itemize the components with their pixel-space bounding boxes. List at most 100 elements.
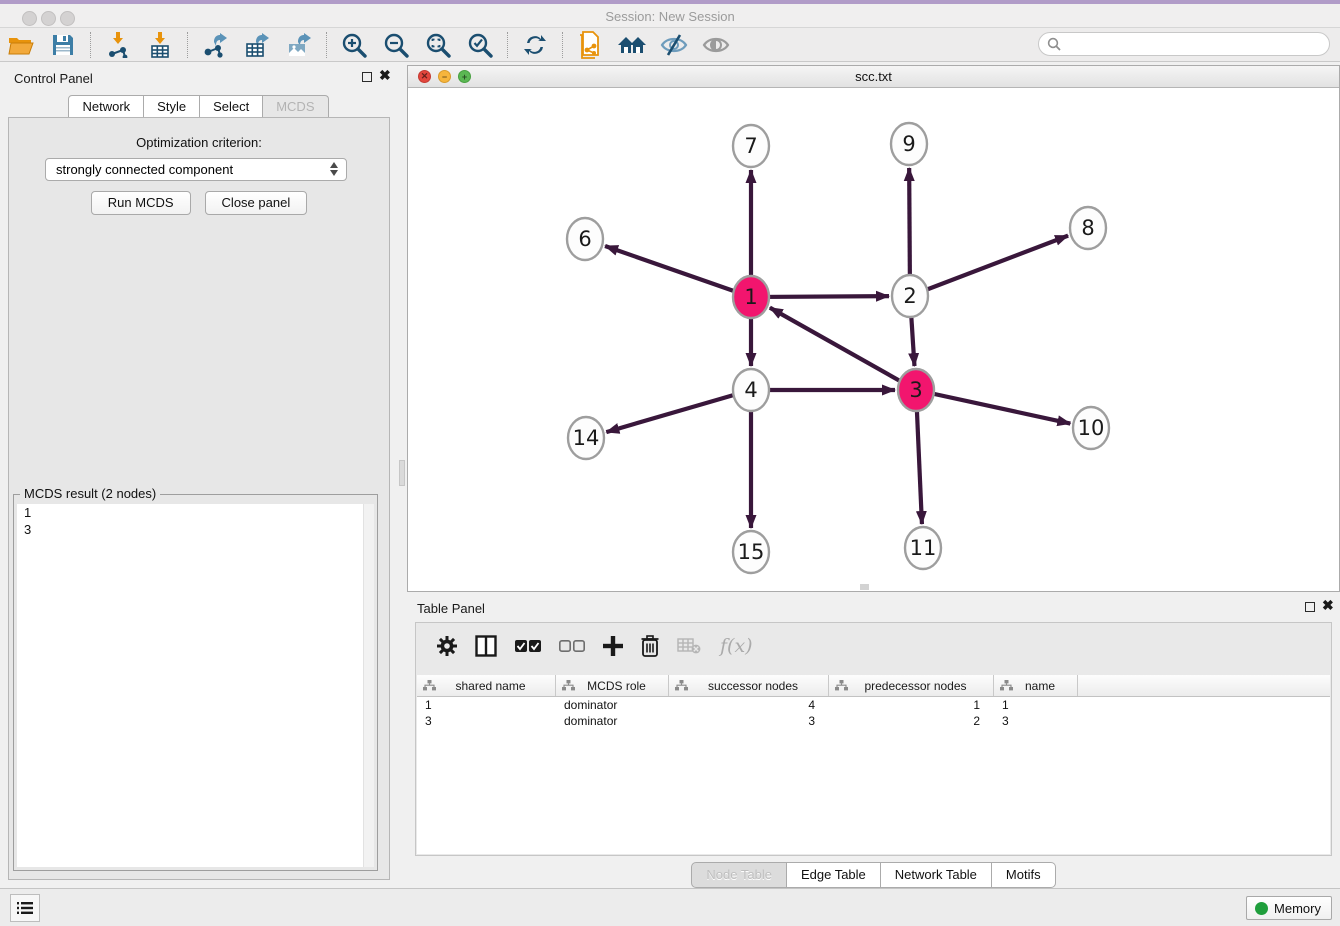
search-field[interactable] [1038,32,1330,56]
float-panel-icon[interactable] [362,72,372,82]
hide-selected-icon[interactable] [659,31,689,59]
splitter-handle-icon[interactable] [399,460,405,486]
export-network-icon[interactable] [200,31,230,59]
tab-edge-table[interactable]: Edge Table [787,862,881,888]
cell-predecessor-nodes[interactable]: 2 [829,713,994,729]
node-label-6: 6 [578,227,591,251]
split-columns-icon[interactable] [475,635,497,657]
search-input[interactable] [1065,34,1329,54]
gear-icon[interactable] [437,636,457,656]
zoom-selected-icon[interactable] [465,31,495,59]
zoom-fit-icon[interactable] [423,31,453,59]
tab-style[interactable]: Style [144,95,200,119]
edge-1-6[interactable] [605,246,751,297]
table-panel: Table Panel ✖ [407,594,1340,886]
criterion-value: strongly connected component [56,162,233,177]
save-session-icon[interactable] [48,31,78,59]
cell-name[interactable]: 1 [994,697,1078,713]
attribute-hierarchy-icon [423,680,436,691]
toolbar-separator [326,32,327,58]
node-label-9: 9 [902,132,915,156]
node-label-15: 15 [738,540,765,564]
tab-mcds[interactable]: MCDS [263,95,328,119]
network-window-title: scc.txt [408,69,1339,84]
column-header-predecessor-nodes[interactable]: predecessor nodes [829,675,994,696]
column-header-MCDS-role[interactable]: MCDS role [556,675,669,696]
close-panel-button[interactable]: Close panel [205,191,308,215]
function-builder-icon: f(x) [720,635,753,657]
mcds-panel: Optimization criterion: strongly connect… [8,117,390,880]
column-header-successor-nodes[interactable]: successor nodes [669,675,829,696]
node-label-8: 8 [1081,216,1094,240]
column-header-shared-name[interactable]: shared name [417,675,556,696]
first-neighbors-icon[interactable] [617,31,647,59]
select-all-columns-icon[interactable] [515,640,541,653]
column-header-name[interactable]: name [994,675,1078,696]
network-hscroll-thumb[interactable] [860,584,869,590]
network-view-window: ✕ − + scc.txt 7968124314101511 [407,65,1340,592]
cell-predecessor-nodes[interactable]: 1 [829,697,994,713]
edge-4-14[interactable] [606,390,751,432]
cell-shared-name[interactable]: 1 [417,697,556,713]
cell-MCDS-role[interactable]: dominator [556,713,669,729]
edge-2-8[interactable] [910,236,1068,296]
result-scrollbar[interactable] [363,504,374,867]
tab-select[interactable]: Select [200,95,263,119]
cell-shared-name[interactable]: 3 [417,713,556,729]
task-history-button[interactable] [10,894,40,922]
export-table-icon[interactable] [242,31,272,59]
attribute-hierarchy-icon [835,680,848,691]
table-row[interactable]: 1dominator411 [417,697,1330,713]
tab-network-table[interactable]: Network Table [881,862,992,888]
mcds-result-box: MCDS result (2 nodes) 13 [13,494,378,871]
control-panel-tabs: NetworkStyleSelectMCDS [0,95,397,119]
edge-3-1[interactable] [770,308,916,390]
edge-1-2[interactable] [751,296,889,297]
mcds-result-list[interactable]: 13 [17,504,374,867]
float-table-panel-icon[interactable] [1305,602,1315,612]
deselect-all-columns-icon[interactable] [559,640,585,653]
table-toolbar: f(x) [416,623,1331,669]
memory-status-icon [1255,902,1268,915]
control-panel-header: Control Panel ✖ [0,62,397,94]
memory-button[interactable]: Memory [1246,896,1332,920]
list-icon [17,901,33,915]
node-table[interactable]: shared nameMCDS rolesuccessor nodesprede… [417,675,1330,854]
cell-successor-nodes[interactable]: 4 [669,697,829,713]
apply-layout-icon[interactable] [520,31,550,59]
node-label-4: 4 [744,378,757,402]
zoom-out-icon[interactable] [381,31,411,59]
zoom-in-icon[interactable] [339,31,369,59]
edge-3-10[interactable] [916,390,1070,424]
panel-splitter[interactable] [397,62,407,888]
delete-column-icon[interactable] [641,635,659,657]
cell-MCDS-role[interactable]: dominator [556,697,669,713]
table-panel-title: Table Panel [417,601,485,616]
main-toolbar [0,28,1340,62]
table-header-row: shared nameMCDS rolesuccessor nodesprede… [417,675,1330,697]
attribute-hierarchy-icon [1000,680,1013,691]
tab-motifs[interactable]: Motifs [992,862,1056,888]
show-all-icon[interactable] [701,31,731,59]
add-column-icon[interactable] [603,636,623,656]
table-row[interactable]: 3dominator323 [417,713,1330,729]
node-label-10: 10 [1078,416,1105,440]
cell-name[interactable]: 3 [994,713,1078,729]
tab-node-table[interactable]: Node Table [691,862,787,888]
new-network-from-selection-icon[interactable] [575,31,605,59]
network-graph-canvas[interactable]: 7968124314101511 [408,88,1339,591]
import-network-icon[interactable] [103,31,133,59]
criterion-select[interactable]: strongly connected component [45,158,347,181]
close-table-panel-icon[interactable]: ✖ [1322,597,1334,614]
select-stepper-icon [328,162,340,176]
import-table-icon[interactable] [145,31,175,59]
toolbar-separator [90,32,91,58]
open-session-icon[interactable] [6,31,36,59]
tab-network[interactable]: Network [68,95,144,119]
cell-successor-nodes[interactable]: 3 [669,713,829,729]
export-image-icon[interactable] [284,31,314,59]
close-panel-icon[interactable]: ✖ [379,67,391,84]
run-mcds-button[interactable]: Run MCDS [91,191,191,215]
network-window-titlebar[interactable]: ✕ − + scc.txt [408,66,1339,88]
attribute-hierarchy-icon [675,680,688,691]
